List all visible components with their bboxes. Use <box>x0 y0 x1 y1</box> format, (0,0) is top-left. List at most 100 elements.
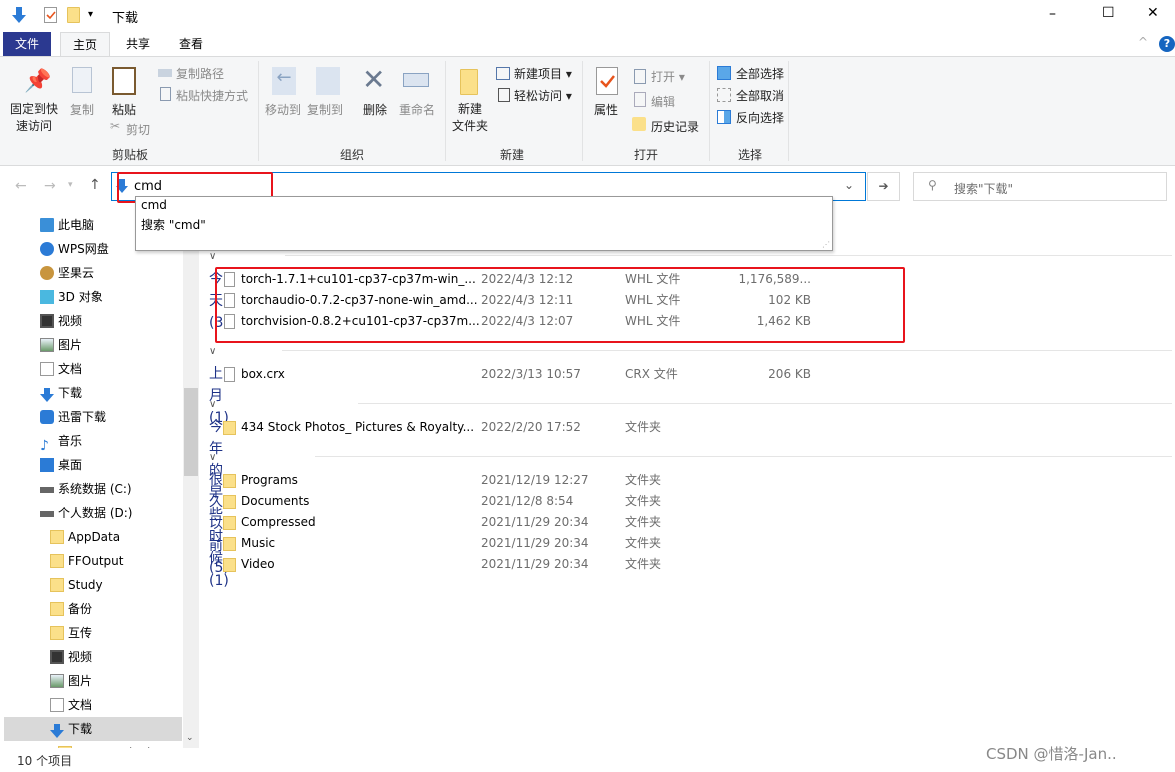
help-icon[interactable]: ? <box>1159 36 1175 52</box>
paste-shortcut-button[interactable]: 粘贴快捷方式 <box>176 87 248 104</box>
new-folder-button[interactable]: 新建 文件夹 <box>452 101 488 135</box>
nav-item[interactable]: 视频 <box>4 645 182 669</box>
close-button[interactable]: ✕ <box>1147 5 1159 21</box>
nav-scrollbar-thumb[interactable] <box>184 388 198 476</box>
nav-item[interactable]: 3D 对象 <box>4 285 182 309</box>
maximize-button[interactable]: ☐ <box>1102 5 1115 21</box>
invert-selection-button[interactable]: 反向选择 <box>736 109 784 126</box>
nav-item[interactable]: FFOutput <box>4 549 182 573</box>
paste-shortcut-icon <box>160 87 171 101</box>
document-icon <box>40 362 54 376</box>
file-row[interactable]: box.crx 2022/3/13 10:57 CRX 文件 206 KB <box>215 364 905 385</box>
copy-to-button[interactable]: 复制到 <box>307 101 343 118</box>
clipboard-group-label: 剪贴板 <box>111 148 148 162</box>
group-collapse-icon[interactable]: ∨ <box>209 346 216 357</box>
suggestion-item[interactable]: cmd <box>141 198 167 212</box>
file-date: 2022/3/13 10:57 <box>481 367 581 381</box>
pc-icon <box>40 218 54 232</box>
nav-item[interactable]: 图片 <box>4 669 182 693</box>
easy-access-label: 轻松访问 <box>514 89 563 103</box>
file-type: 文件夹 <box>625 420 662 434</box>
search-box[interactable]: ⚲ 搜索"下载" <box>913 172 1167 201</box>
recent-locations-button[interactable]: ▾ <box>68 180 73 190</box>
paste-button[interactable]: 粘贴 <box>112 101 136 118</box>
tab-home[interactable]: 主页 <box>60 32 110 57</box>
tab-share[interactable]: 共享 <box>115 32 161 56</box>
address-dropdown-icon[interactable]: ⌄ <box>844 178 854 192</box>
nav-item-label: 系统数据 (C:) <box>58 482 132 496</box>
suggestion-item[interactable]: 搜索 "cmd" <box>141 216 206 233</box>
nav-item[interactable]: 下载 <box>4 381 182 405</box>
invert-selection-icon <box>717 110 731 124</box>
nav-item-label: 下载 <box>68 722 93 736</box>
nav-item[interactable]: 下载 <box>4 717 182 741</box>
nav-item[interactable]: Study <box>4 573 182 597</box>
collapse-ribbon-icon[interactable]: ^ <box>1138 35 1148 49</box>
file-row[interactable]: Compressed 2021/11/29 20:34 文件夹 <box>215 512 905 533</box>
easy-access-button[interactable]: 轻松访问 ▾ <box>514 87 572 104</box>
nav-scrollbar[interactable]: ⌄ <box>183 205 199 748</box>
nav-item[interactable]: 视频 <box>4 309 182 333</box>
scroll-down-icon[interactable]: ⌄ <box>186 733 194 743</box>
new-item-icon <box>496 67 510 80</box>
nav-item[interactable]: 互传 <box>4 621 182 645</box>
forward-button[interactable]: → <box>44 178 56 194</box>
nav-item[interactable]: 文档 <box>4 693 182 717</box>
new-folder-label-2: 文件夹 <box>452 119 489 133</box>
nav-item[interactable]: 文档 <box>4 357 182 381</box>
nav-item[interactable]: ♪ 音乐 <box>4 429 182 453</box>
delete-button[interactable]: 删除 <box>363 101 387 118</box>
properties-button[interactable]: 属性 <box>594 101 618 118</box>
item-count: 10 个项目 <box>17 754 73 768</box>
divider <box>445 61 446 161</box>
ribbon-tabs: 文件 主页 共享 查看 ^ ? <box>0 32 1175 57</box>
properties-quick-icon[interactable] <box>44 7 57 23</box>
go-button[interactable]: ➔ <box>867 172 900 201</box>
tab-view[interactable]: 查看 <box>168 32 214 56</box>
nav-item[interactable]: 迅雷下载 <box>4 405 182 429</box>
edit-button[interactable]: 编辑 <box>651 93 675 110</box>
nav-item-label: 互传 <box>68 626 93 640</box>
group-header[interactable]: ∨ 今年的早些时候 (1) <box>209 392 229 589</box>
nav-item[interactable]: 434 Stock Photos <box>4 741 182 748</box>
file-row[interactable]: 434 Stock Photos_ Pictures & Royalty... 2… <box>215 417 905 438</box>
nav-item[interactable]: 桌面 <box>4 453 182 477</box>
history-icon <box>632 117 646 131</box>
tab-file[interactable]: 文件 <box>3 32 51 56</box>
copy-button[interactable]: 复制 <box>70 101 94 118</box>
pin-quick-access-button[interactable]: 固定到快 速访问 <box>10 101 58 135</box>
select-all-button[interactable]: 全部选择 <box>736 65 784 82</box>
back-button[interactable]: ← <box>15 178 27 194</box>
minimize-button[interactable]: – <box>1049 6 1056 22</box>
nav-item[interactable]: 图片 <box>4 333 182 357</box>
nav-item[interactable]: 坚果云 <box>4 261 182 285</box>
rename-button[interactable]: 重命名 <box>399 101 435 118</box>
nav-item[interactable]: 个人数据 (D:) <box>4 501 182 525</box>
new-item-button[interactable]: 新建项目 ▾ <box>514 65 572 82</box>
cut-button[interactable]: 剪切 <box>126 121 150 138</box>
folder-icon <box>223 537 236 551</box>
customize-quick-access-icon[interactable]: ▾ <box>88 9 93 20</box>
new-folder-quick-icon[interactable] <box>67 7 80 23</box>
up-button[interactable]: ↑ <box>89 177 101 193</box>
select-none-button[interactable]: 全部取消 <box>736 87 784 104</box>
address-suggestions: cmd 搜索 "cmd" ⋰ <box>135 196 833 251</box>
move-to-button[interactable]: 移动到 <box>265 101 301 118</box>
file-row[interactable]: Documents 2021/12/8 8:54 文件夹 <box>215 491 905 512</box>
file-row[interactable]: Music 2021/11/29 20:34 文件夹 <box>215 533 905 554</box>
nav-item[interactable]: AppData <box>4 525 182 549</box>
group-collapse-icon[interactable]: ∨ <box>209 251 216 262</box>
open-button[interactable]: 打开 ▾ <box>651 68 685 85</box>
group-header[interactable]: ∨ 很久以前 (5) <box>209 445 229 576</box>
history-button[interactable]: 历史记录 <box>651 118 699 135</box>
search-input[interactable]: 搜索"下载" <box>954 180 1013 197</box>
group-collapse-icon[interactable]: ∨ <box>209 399 216 410</box>
resize-grip-icon[interactable]: ⋰ <box>822 240 830 249</box>
file-row[interactable]: Video 2021/11/29 20:34 文件夹 <box>215 554 905 575</box>
nav-item[interactable]: 系统数据 (C:) <box>4 477 182 501</box>
file-row[interactable]: Programs 2021/12/19 12:27 文件夹 <box>215 470 905 491</box>
group-collapse-icon[interactable]: ∨ <box>209 452 216 463</box>
copy-path-button[interactable]: 复制路径 <box>176 65 224 82</box>
nav-item[interactable]: 备份 <box>4 597 182 621</box>
copy-path-icon <box>158 69 172 77</box>
